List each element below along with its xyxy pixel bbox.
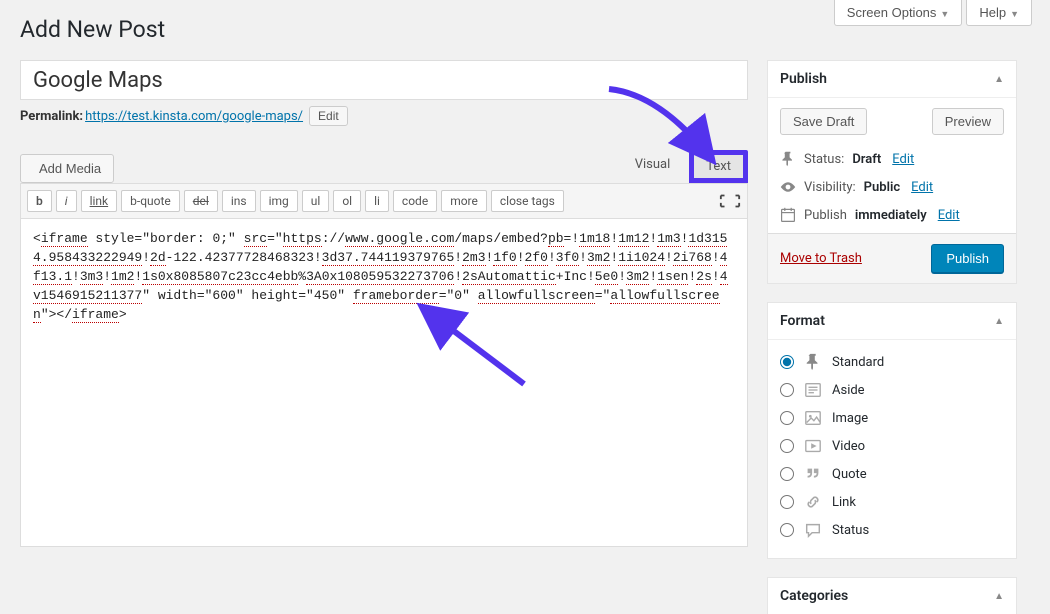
permalink-edit-button[interactable]: Edit	[309, 106, 348, 126]
pin-icon	[780, 151, 796, 167]
publish-button[interactable]: Publish	[931, 244, 1004, 273]
visibility-label: Visibility:	[804, 180, 856, 195]
schedule-label: Publish	[804, 208, 847, 223]
content-textarea[interactable]: <iframe style="border: 0;" src="https://…	[20, 219, 748, 547]
qt-img-button[interactable]: img	[260, 190, 298, 212]
format-label: Standard	[832, 355, 884, 370]
format-title: Format	[780, 313, 825, 329]
add-media-label: Add Media	[39, 161, 101, 176]
bubble-icon	[804, 521, 822, 539]
format-radio[interactable]	[780, 383, 794, 397]
permalink-label: Permalink:	[20, 109, 83, 124]
qt-closetags-button[interactable]: close tags	[491, 190, 564, 212]
permalink-row: Permalink: https://test.kinsta.com/googl…	[20, 106, 748, 126]
collapse-icon[interactable]: ▲	[994, 591, 1004, 602]
permalink-url-link[interactable]: https://test.kinsta.com/google-maps/	[85, 109, 303, 124]
visibility-value: Public	[864, 180, 900, 195]
status-value: Draft	[852, 152, 881, 167]
chevron-down-icon: ▼	[1010, 9, 1019, 19]
link-icon	[804, 493, 822, 511]
format-label: Aside	[832, 383, 865, 398]
video-icon	[804, 437, 822, 455]
qt-italic-button[interactable]: i	[56, 190, 77, 212]
screen-options-button[interactable]: Screen Options▼	[834, 0, 963, 26]
format-option-aside[interactable]: Aside	[780, 376, 1004, 404]
categories-box: Categories ▲	[767, 577, 1017, 614]
fullscreen-icon[interactable]	[719, 193, 741, 209]
format-option-image[interactable]: Image	[780, 404, 1004, 432]
collapse-icon[interactable]: ▲	[994, 316, 1004, 327]
schedule-value: immediately	[855, 208, 927, 223]
tab-text[interactable]: Text	[689, 150, 748, 183]
image-icon	[804, 409, 822, 427]
quote-icon	[804, 465, 822, 483]
page-title: Add New Post	[20, 16, 165, 43]
format-option-quote[interactable]: Quote	[780, 460, 1004, 488]
format-label: Quote	[832, 467, 867, 482]
format-radio[interactable]	[780, 495, 794, 509]
quicktags-toolbar: b i link b-quote del ins img ul ol li co…	[20, 183, 748, 219]
format-label: Video	[832, 439, 865, 454]
format-label: Status	[832, 523, 869, 538]
calendar-icon	[780, 207, 796, 223]
preview-button[interactable]: Preview	[932, 108, 1004, 135]
qt-bold-button[interactable]: b	[27, 190, 52, 212]
collapse-icon[interactable]: ▲	[994, 74, 1004, 85]
format-option-status[interactable]: Status	[780, 516, 1004, 544]
screen-options-label: Screen Options	[847, 5, 937, 20]
format-label: Link	[832, 495, 856, 510]
qt-ol-button[interactable]: ol	[333, 190, 361, 212]
qt-more-button[interactable]: more	[441, 190, 487, 212]
qt-link-button[interactable]: link	[81, 190, 118, 212]
visibility-edit-link[interactable]: Edit	[911, 180, 933, 195]
format-radio[interactable]	[780, 467, 794, 481]
schedule-edit-link[interactable]: Edit	[938, 208, 960, 223]
qt-li-button[interactable]: li	[365, 190, 389, 212]
qt-bquote-button[interactable]: b-quote	[121, 190, 180, 212]
qt-ul-button[interactable]: ul	[302, 190, 330, 212]
format-option-video[interactable]: Video	[780, 432, 1004, 460]
add-media-button[interactable]: Add Media	[20, 154, 114, 183]
categories-title: Categories	[780, 588, 848, 604]
help-button[interactable]: Help ▼	[966, 0, 1032, 26]
format-option-standard[interactable]: Standard	[780, 348, 1004, 376]
qt-del-button[interactable]: del	[184, 190, 218, 212]
status-label: Status:	[804, 152, 844, 167]
publish-box: Publish ▲ Save Draft Preview Status: Dra…	[767, 60, 1017, 284]
publish-title: Publish	[780, 71, 827, 87]
help-label: Help	[979, 5, 1006, 20]
format-box: Format ▲ Standard Aside Image Video Quote Lin…	[767, 302, 1017, 559]
qt-ins-button[interactable]: ins	[222, 190, 256, 212]
chevron-down-icon: ▼	[940, 9, 949, 19]
format-radio[interactable]	[780, 439, 794, 453]
eye-icon	[780, 179, 796, 195]
format-option-link[interactable]: Link	[780, 488, 1004, 516]
tab-visual[interactable]: Visual	[620, 150, 686, 183]
format-radio[interactable]	[780, 411, 794, 425]
format-radio[interactable]	[780, 523, 794, 537]
save-draft-button[interactable]: Save Draft	[780, 108, 867, 135]
move-to-trash-link[interactable]: Move to Trash	[780, 251, 862, 266]
pin-icon	[804, 353, 822, 371]
format-label: Image	[832, 411, 868, 426]
format-radio[interactable]	[780, 355, 794, 369]
lines-icon	[804, 381, 822, 399]
qt-code-button[interactable]: code	[393, 190, 437, 212]
status-edit-link[interactable]: Edit	[892, 152, 914, 167]
post-title-input[interactable]	[20, 60, 748, 100]
